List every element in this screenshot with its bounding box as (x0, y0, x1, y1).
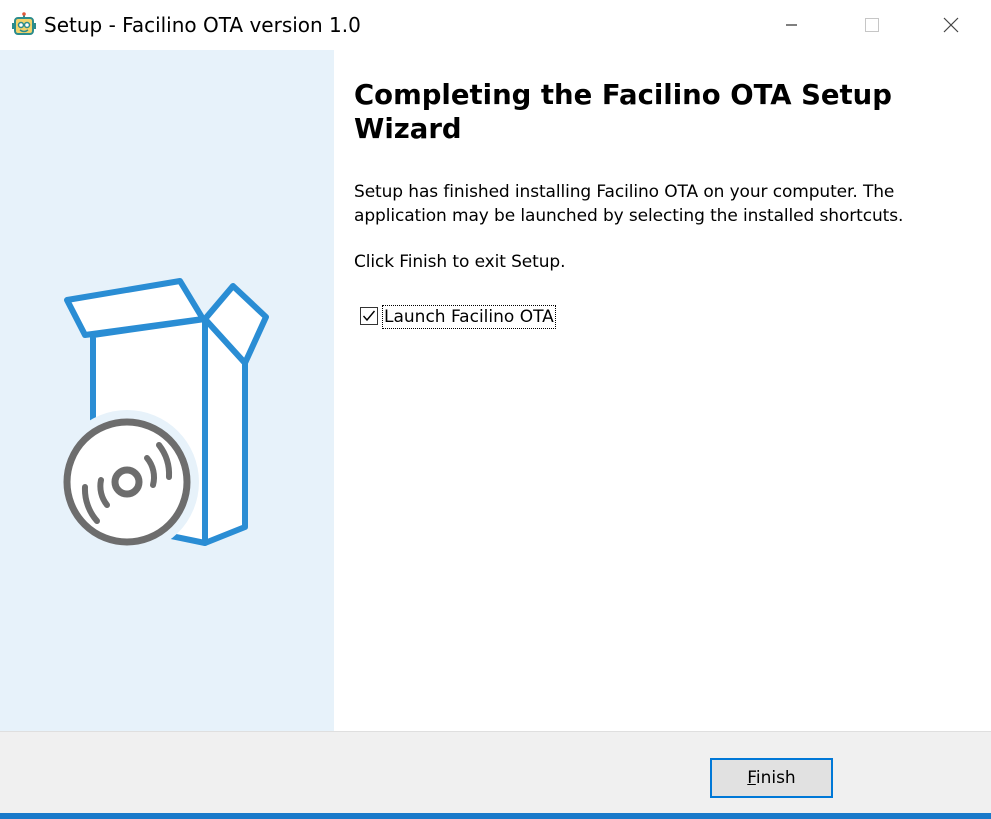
minimize-button[interactable] (751, 0, 831, 50)
wizard-footer: Finish (0, 731, 991, 813)
maximize-icon (865, 18, 879, 32)
wizard-side-panel (0, 50, 334, 731)
finish-button-label: Finish (747, 768, 796, 788)
page-title: Completing the Facilino OTA Setup Wizard (354, 79, 892, 145)
minimize-icon (786, 24, 797, 26)
open-box-with-disc-icon (55, 275, 280, 569)
finish-button[interactable]: Finish (710, 758, 833, 798)
checkmark-icon (362, 310, 376, 322)
facilino-robot-icon (11, 12, 37, 38)
maximize-button[interactable] (831, 0, 911, 50)
completion-message: Setup has finished installing Facilino O… (354, 182, 904, 226)
close-button[interactable] (911, 0, 991, 50)
title-bar[interactable]: Setup - Facilino OTA version 1.0 (0, 0, 991, 50)
launch-checkbox-label[interactable]: Launch Facilino OTA (382, 305, 556, 329)
launch-checkbox[interactable] (360, 307, 378, 325)
window-bottom-border (0, 813, 991, 819)
exit-instruction: Click Finish to exit Setup. (354, 252, 566, 272)
wizard-content: Completing the Facilino OTA Setup Wizard… (334, 50, 991, 731)
close-icon (943, 17, 959, 33)
window-title: Setup - Facilino OTA version 1.0 (44, 13, 361, 37)
